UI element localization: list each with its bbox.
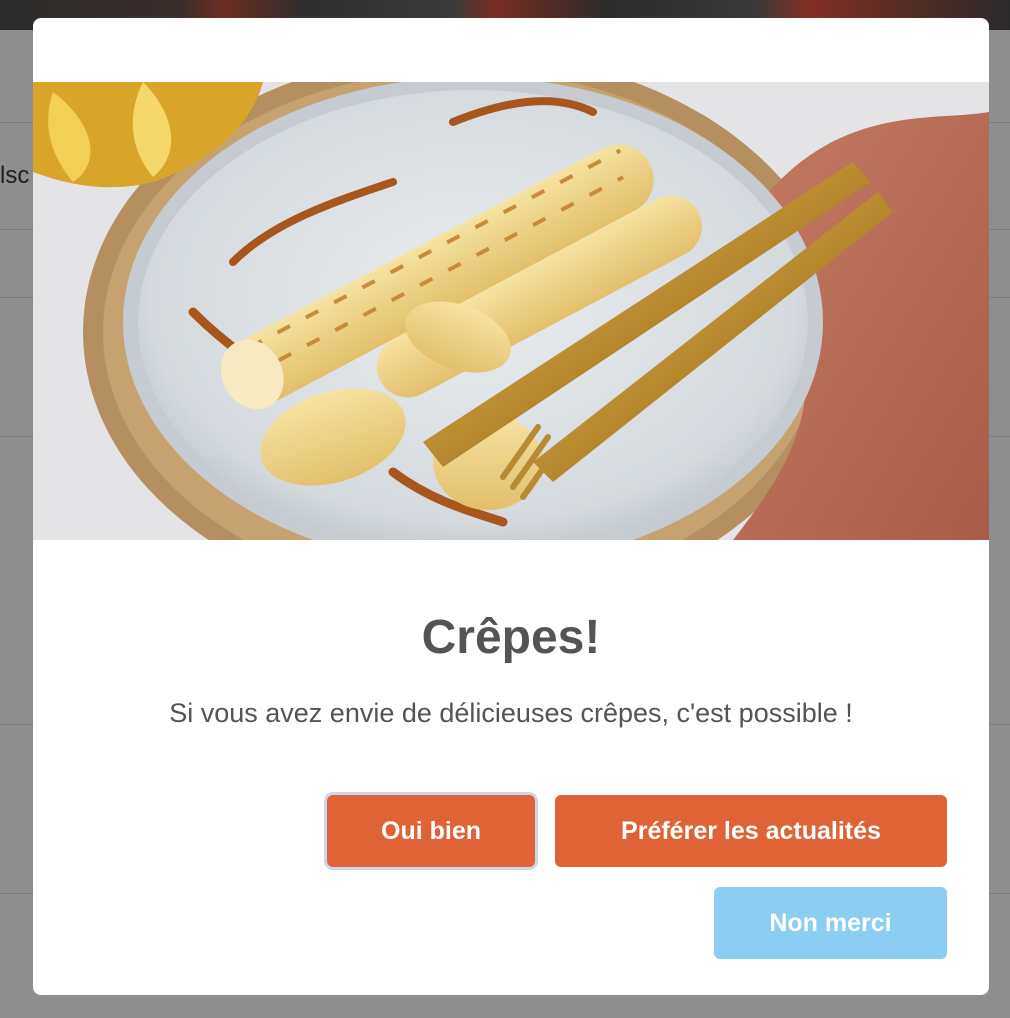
crepes-modal: Crêpes! Si vous avez envie de délicieuse… [33, 18, 989, 995]
background-text: lsc [0, 162, 30, 189]
modal-text: Si vous avez envie de délicieuses crêpes… [169, 698, 853, 728]
cancel-button[interactable]: Non merci [714, 887, 947, 959]
deny-button[interactable]: Préférer les actualités [555, 795, 947, 867]
crepes-image [33, 82, 989, 540]
confirm-button[interactable]: Oui bien [327, 795, 535, 867]
modal-title: Crêpes! [421, 611, 601, 664]
